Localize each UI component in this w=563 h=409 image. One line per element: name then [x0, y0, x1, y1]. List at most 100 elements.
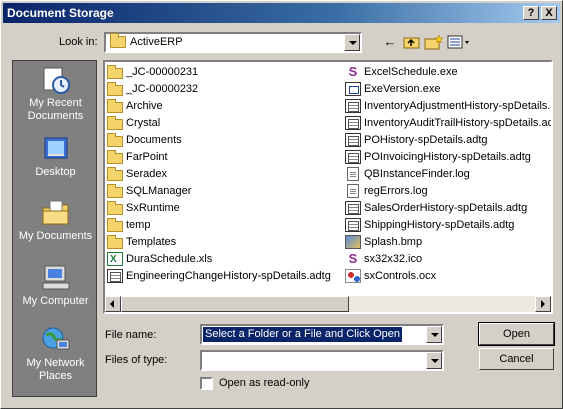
back-arrow-icon[interactable]: ←: [380, 34, 400, 50]
ico-file-icon: [345, 252, 361, 266]
place-label: My Recent Documents: [27, 97, 84, 122]
new-folder-icon[interactable]: [424, 34, 444, 50]
file-name: _JC-00000232: [126, 83, 199, 95]
file-name: DuraSchedule.xls: [126, 253, 213, 265]
place-label: My Network Places: [26, 357, 85, 382]
file-list-item[interactable]: _JC-00000232: [107, 81, 198, 97]
file-list[interactable]: _JC-00000231 _JC-00000232 Archive Crystal Do…: [103, 60, 553, 314]
file-list-item[interactable]: Archive: [107, 98, 163, 114]
views-menu-icon[interactable]: [447, 34, 469, 50]
folder-icon: [107, 98, 123, 113]
file-list-item[interactable]: POHistory-spDetails.adtg: [345, 132, 488, 148]
file-list-item[interactable]: Seradex: [107, 166, 167, 182]
exe-v-file-icon: [345, 82, 361, 97]
file-list-item[interactable]: EngineeringChangeHistory-spDetails.adtg: [107, 268, 331, 284]
file-name: Templates: [126, 236, 177, 248]
open-button[interactable]: Open: [478, 322, 555, 346]
places-bar: My Recent Documents Desktop My Documents…: [12, 60, 97, 397]
file-list-item[interactable]: Templates: [107, 234, 176, 250]
cancel-button[interactable]: Cancel: [479, 348, 554, 370]
network-places-icon: [42, 327, 69, 350]
file-list-item[interactable]: FarPoint: [107, 149, 168, 165]
adtg-file-icon: [345, 201, 361, 216]
look-in-value: ActiveERP: [130, 36, 183, 48]
chevron-down-icon[interactable]: [426, 326, 442, 343]
xls-file-icon: [107, 252, 123, 268]
adtg-file-icon: [345, 116, 361, 131]
my-computer-icon: [42, 265, 69, 290]
file-list-item[interactable]: InventoryAuditTrailHistory-spDetails.adt: [345, 115, 551, 131]
file-list-item[interactable]: Splash.bmp: [345, 234, 422, 250]
file-list-item[interactable]: ExeVersion.exe: [345, 81, 440, 97]
file-list-item[interactable]: SalesOrderHistory-spDetails.adtg: [345, 200, 527, 216]
file-list-item[interactable]: POInvoicingHistory-spDetails.adtg: [345, 149, 531, 165]
adtg-file-icon: [345, 218, 361, 233]
txt-file-icon: [347, 167, 359, 182]
folder-icon: [107, 132, 123, 147]
place-my-computer[interactable]: My Computer: [13, 263, 98, 308]
file-name: SalesOrderHistory-spDetails.adtg: [364, 202, 528, 214]
bmp-file-icon: [345, 235, 361, 250]
place-network-places[interactable]: My Network Places: [13, 325, 98, 383]
ocx-file-icon: [345, 269, 361, 284]
file-list-item[interactable]: sxControls.ocx: [345, 268, 436, 284]
file-name: sx32x32.ico: [364, 253, 423, 265]
file-list-item[interactable]: temp: [107, 217, 150, 233]
file-list-item[interactable]: SQLManager: [107, 183, 191, 199]
chevron-down-icon[interactable]: [344, 34, 360, 51]
place-desktop[interactable]: Desktop: [13, 134, 98, 179]
file-name-label: File name:: [105, 329, 157, 341]
look-in-label: Look in:: [59, 36, 98, 48]
file-name: QBInstanceFinder.log: [364, 168, 470, 180]
close-button[interactable]: X: [541, 6, 557, 20]
adtg-file-icon: [345, 133, 361, 148]
file-list-item[interactable]: DuraSchedule.xls: [107, 251, 213, 268]
file-list-item[interactable]: QBInstanceFinder.log: [345, 166, 470, 182]
desktop-icon: [44, 137, 67, 159]
file-name: POInvoicingHistory-spDetails.adtg: [364, 151, 531, 163]
title-bar[interactable]: Document Storage ? X: [3, 3, 560, 23]
exe-s-file-icon: [345, 65, 361, 79]
scroll-right-icon[interactable]: [535, 296, 551, 312]
horizontal-scrollbar[interactable]: [105, 296, 551, 312]
files-of-type-select[interactable]: [200, 350, 444, 371]
folder-icon: [107, 115, 123, 130]
file-list-item[interactable]: regErrors.log: [345, 183, 428, 199]
scrollbar-thumb[interactable]: [121, 296, 349, 312]
scroll-left-icon[interactable]: [105, 296, 121, 312]
place-my-documents[interactable]: My Documents: [13, 198, 98, 243]
file-name: sxControls.ocx: [364, 270, 437, 282]
file-name: Splash.bmp: [364, 236, 423, 248]
file-name: POHistory-spDetails.adtg: [364, 134, 488, 146]
file-name: InventoryAdjustmentHistory-spDetails.a: [364, 100, 553, 112]
file-list-item[interactable]: Crystal: [107, 115, 160, 131]
file-name: Documents: [126, 134, 182, 146]
file-list-item[interactable]: Documents: [107, 132, 182, 148]
up-folder-icon[interactable]: [402, 34, 422, 50]
window-title: Document Storage: [7, 6, 114, 20]
read-only-label: Open as read-only: [219, 377, 310, 389]
help-button[interactable]: ?: [523, 6, 539, 20]
place-recent-documents[interactable]: My Recent Documents: [13, 65, 98, 123]
folder-icon: [107, 234, 123, 249]
my-documents-icon: [42, 200, 68, 225]
read-only-checkbox[interactable]: [200, 377, 213, 390]
file-list-item[interactable]: InventoryAdjustmentHistory-spDetails.a: [345, 98, 553, 114]
file-name: regErrors.log: [364, 185, 428, 197]
txt-file-icon: [347, 184, 359, 199]
place-label: My Computer: [22, 295, 89, 307]
file-list-item[interactable]: SxRuntime: [107, 200, 180, 216]
folder-icon: [107, 81, 123, 96]
file-name-input[interactable]: Select a Folder or a File and Click Open: [200, 324, 444, 345]
chevron-down-icon[interactable]: [426, 352, 442, 369]
file-list-item[interactable]: ExcelSchedule.exe: [345, 64, 458, 80]
file-name: ExeVersion.exe: [364, 83, 441, 95]
file-name: Crystal: [126, 117, 161, 129]
file-list-item[interactable]: ShippingHistory-spDetails.adtg: [345, 217, 514, 233]
look-in-combo[interactable]: ActiveERP: [104, 32, 362, 53]
file-list-item[interactable]: _JC-00000231: [107, 64, 198, 80]
folder-icon: [107, 217, 123, 232]
file-name: Archive: [126, 100, 163, 112]
file-list-item[interactable]: sx32x32.ico: [345, 251, 422, 267]
adtg-file-icon: [345, 150, 361, 165]
